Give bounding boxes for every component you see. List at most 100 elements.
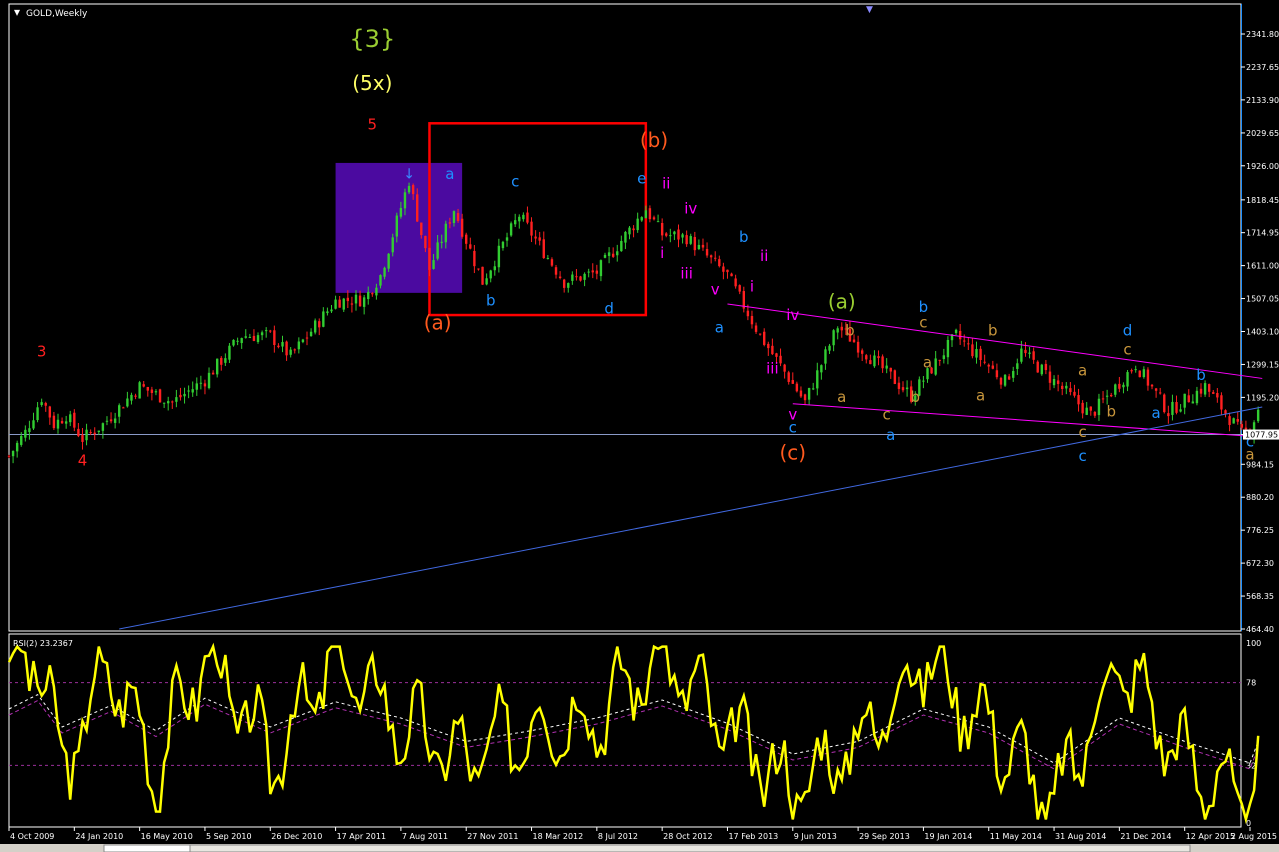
candle-body xyxy=(620,240,623,252)
candle-body xyxy=(81,434,84,442)
x-tick-label: 11 May 2014 xyxy=(990,832,1042,841)
wave-label: 5 xyxy=(368,116,378,134)
candle-body xyxy=(411,185,415,195)
candle-body xyxy=(248,337,252,339)
candle-body xyxy=(175,397,178,402)
candle-body xyxy=(1036,361,1039,373)
candle-body xyxy=(783,364,786,372)
candle-body xyxy=(1069,388,1072,393)
y-tick-label: 880.20 xyxy=(1246,493,1274,502)
arrow-down-icon: ↓ xyxy=(403,166,415,182)
candle-body xyxy=(628,227,631,235)
x-tick-label: 2 Aug 2015 xyxy=(1231,832,1277,841)
candle-body xyxy=(460,218,464,237)
candle-body xyxy=(995,370,999,378)
candle-body xyxy=(224,358,227,363)
candle-body xyxy=(616,251,619,256)
candle-body xyxy=(485,278,488,285)
candle-body xyxy=(473,250,476,267)
candle-body xyxy=(203,383,207,387)
candle-body xyxy=(354,294,358,304)
wave-label: b xyxy=(988,322,998,340)
candle-body xyxy=(1020,348,1023,362)
triangle-down-icon[interactable]: ▾ xyxy=(14,5,20,19)
candle-body xyxy=(1191,401,1195,404)
candle-body xyxy=(1048,371,1052,383)
candle-body xyxy=(313,320,317,333)
candle-body xyxy=(763,331,766,345)
candle-body xyxy=(40,402,43,406)
candle-body xyxy=(24,429,27,438)
candle-body xyxy=(1052,378,1056,386)
candle-body xyxy=(787,372,790,382)
tab-scroll[interactable] xyxy=(189,844,1191,852)
candle-body xyxy=(889,367,892,372)
x-tick-label: 17 Feb 2013 xyxy=(728,832,778,841)
candle-body xyxy=(305,337,309,339)
candle-body xyxy=(942,355,946,360)
candle-body xyxy=(820,365,823,373)
y-tick-label: 464.40 xyxy=(1246,625,1274,634)
candle-body xyxy=(244,336,247,338)
candle-body xyxy=(1244,427,1248,430)
wave-label: (c) xyxy=(779,440,806,464)
candle-body xyxy=(513,220,517,225)
candle-body xyxy=(20,436,23,445)
candle-body xyxy=(632,228,635,231)
candle-body xyxy=(1158,392,1162,394)
candle-body xyxy=(1183,393,1186,408)
candle-body xyxy=(432,260,435,269)
candle-body xyxy=(330,309,333,312)
y-tick-label: 1714.95 xyxy=(1246,229,1279,238)
candle-body xyxy=(1220,395,1223,410)
candle-body xyxy=(187,390,190,392)
candle-body xyxy=(273,330,276,345)
y-tick-label: 2029.65 xyxy=(1246,129,1279,138)
candle-body xyxy=(779,355,782,364)
candle-body xyxy=(183,393,186,397)
candle-body xyxy=(705,249,709,256)
candle-body xyxy=(1056,380,1060,384)
candle-body xyxy=(375,287,378,296)
candle-body xyxy=(673,231,676,235)
candle-body xyxy=(481,266,484,285)
candle-body xyxy=(105,420,109,422)
candle-body xyxy=(660,222,664,236)
candle-body xyxy=(795,383,799,392)
candle-body xyxy=(1044,363,1048,371)
candle-body xyxy=(963,340,966,342)
candle-body xyxy=(1187,395,1190,403)
candle-body xyxy=(897,382,901,389)
candle-body xyxy=(1073,391,1076,396)
candle-body xyxy=(1122,384,1125,388)
candle-body xyxy=(289,349,292,355)
y-tick-label: 672.30 xyxy=(1246,559,1274,568)
candle-body xyxy=(52,415,56,429)
candle-body xyxy=(501,241,505,249)
candle-body xyxy=(522,214,525,220)
candle-body xyxy=(1065,385,1068,389)
candle-body xyxy=(436,242,439,259)
candle-body xyxy=(558,276,562,279)
candle-body xyxy=(240,338,243,344)
candle-body xyxy=(575,276,578,278)
x-tick-label: 4 Oct 2009 xyxy=(10,832,54,841)
candle-body xyxy=(452,211,456,224)
wave-label: iii xyxy=(680,265,693,283)
tab-active[interactable] xyxy=(103,844,191,852)
wave-label: (5x) xyxy=(352,71,392,95)
candle-body xyxy=(56,419,60,429)
candle-body xyxy=(220,357,223,365)
wave-label: c xyxy=(1079,423,1087,441)
candle-body xyxy=(518,216,521,222)
candle-body xyxy=(158,389,162,403)
candle-body xyxy=(167,401,170,404)
candle-body xyxy=(730,273,733,277)
candle-body xyxy=(101,423,105,431)
scroll-marker-icon[interactable]: ▼ xyxy=(866,5,873,15)
candle-body xyxy=(1028,352,1031,354)
candle-body xyxy=(1175,402,1178,413)
wave-label: ii xyxy=(760,247,768,265)
candle-body xyxy=(260,332,264,336)
wave-label: c xyxy=(919,314,927,332)
